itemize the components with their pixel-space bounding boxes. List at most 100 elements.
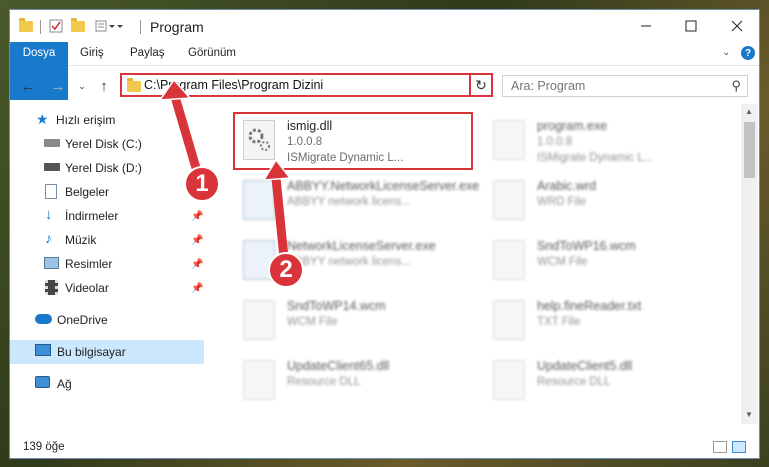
file-icon — [493, 240, 525, 280]
sidebar-item-bu-bilgisayar[interactable]: Bu bilgisayar — [10, 340, 204, 364]
help-icon[interactable]: ? — [741, 46, 755, 60]
file-name: SndToWP14.wcm — [287, 299, 386, 313]
music-icon: ♪ — [45, 230, 52, 246]
file-type: WRD File — [537, 196, 587, 208]
tiles-view-icon[interactable] — [732, 441, 746, 453]
sidebar-item-disk-c[interactable]: Yerel Disk (C:) — [10, 132, 204, 156]
file-type: WCM File — [537, 256, 588, 268]
pin-icon[interactable]: 📌 — [191, 211, 203, 222]
folder-icon — [127, 78, 141, 92]
sidebar-item-resimler[interactable]: Resimler 📌 — [10, 252, 204, 276]
search-icon: ⚲ — [731, 78, 741, 93]
file-description: ABBYY network licens... — [287, 196, 411, 208]
chevron-down-icon[interactable]: ⌄ — [722, 47, 730, 58]
download-icon: ↓ — [45, 206, 53, 223]
video-icon — [45, 280, 58, 295]
divider — [140, 20, 141, 34]
sidebar-item-label: Müzik — [65, 233, 97, 247]
new-folder-icon[interactable] — [70, 17, 86, 34]
address-path: C:\Program Files\Program Dizini — [144, 78, 324, 92]
sidebar-item-indirmeler[interactable]: ↓ İndirmeler 📌 — [10, 204, 204, 228]
exe-file-icon — [493, 120, 525, 160]
picture-icon — [44, 257, 59, 269]
folder-icon[interactable] — [18, 17, 34, 34]
scroll-down-icon[interactable]: ▼ — [745, 410, 753, 419]
tab-paylas[interactable]: Paylaş — [122, 42, 173, 65]
sidebar-item-muzik[interactable]: ♪ Müzik 📌 — [10, 228, 204, 252]
callout-1: 1 — [184, 166, 220, 202]
scroll-thumb[interactable] — [744, 122, 755, 178]
forward-icon[interactable]: → — [48, 76, 68, 96]
divider — [40, 20, 41, 34]
file-item[interactable]: program.exe 1.0.0.8 ISMigrate Dynamic L.… — [485, 114, 725, 172]
tab-giris[interactable]: Giriş — [72, 42, 112, 65]
details-view-icon[interactable] — [713, 441, 727, 453]
tab-gorunum[interactable]: Görünüm — [180, 42, 244, 65]
pin-icon[interactable]: 📌 — [191, 235, 203, 246]
sidebar-item-label: Resimler — [65, 257, 113, 271]
file-item[interactable]: ABBYY.NetworkLicenseServer.exe ABBYY net… — [235, 174, 479, 232]
close-icon[interactable] — [714, 10, 760, 42]
file-name: SndToWP16.wcm — [537, 239, 636, 253]
sidebar-item-label: Hızlı erişim — [56, 113, 116, 127]
sidebar-item-quick-access[interactable]: ★ Hızlı erişim — [10, 108, 204, 132]
dll-file-icon — [493, 360, 525, 400]
maximize-icon[interactable] — [668, 10, 714, 42]
properties-icon[interactable] — [48, 18, 64, 34]
file-item[interactable]: help.fineReader.txt TXT File — [485, 294, 725, 352]
file-item[interactable]: SndToWP14.wcm WCM File — [235, 294, 475, 352]
customize-toolbar-icon[interactable] — [94, 18, 124, 34]
recent-locations-icon[interactable]: ⌄ — [72, 76, 92, 96]
file-icon — [493, 180, 525, 220]
sidebar-item-label: Bu bilgisayar — [57, 345, 126, 359]
file-name: program.exe — [537, 119, 608, 133]
pin-icon[interactable]: 📌 — [191, 283, 203, 294]
back-icon[interactable]: ← — [18, 76, 38, 96]
sidebar-item-belgeler[interactable]: Belgeler — [10, 180, 204, 204]
address-bar[interactable]: C:\Program Files\Program Dizini ⌄ — [120, 73, 483, 97]
file-name: UpdateClient65.dll — [287, 359, 390, 373]
explorer-window: Program Dosya Giriş Paylaş Görünüm ⌄ ? ←… — [9, 9, 760, 459]
file-type: Resource DLL — [287, 376, 361, 388]
sidebar-item-onedrive[interactable]: OneDrive — [10, 308, 204, 332]
minimize-icon[interactable] — [623, 10, 669, 42]
highlight-box — [233, 112, 473, 170]
file-name: help.fineReader.txt — [537, 299, 642, 313]
up-icon[interactable]: ↑ — [94, 76, 114, 96]
scroll-up-icon[interactable]: ▲ — [745, 107, 753, 116]
file-type: WCM File — [287, 316, 338, 328]
search-box[interactable]: ⚲ — [502, 75, 748, 97]
star-icon: ★ — [36, 111, 49, 127]
file-item[interactable]: SndToWP16.wcm WCM File — [485, 234, 725, 292]
pin-icon[interactable]: 📌 — [191, 259, 203, 270]
file-version: 1.0.0.8 — [537, 136, 573, 148]
network-icon — [35, 376, 50, 388]
refresh-button[interactable]: ↻ — [469, 73, 493, 97]
sidebar-item-ag[interactable]: Ağ — [10, 372, 204, 396]
sidebar-item-label: Videolar — [65, 281, 109, 295]
search-input[interactable] — [511, 79, 711, 93]
vertical-scrollbar[interactable]: ▲ ▼ — [741, 104, 758, 424]
file-type: Resource DLL — [537, 376, 611, 388]
file-item[interactable]: UpdateClient65.dll Resource DLL — [235, 354, 475, 412]
sidebar-item-videolar[interactable]: Videolar 📌 — [10, 276, 204, 300]
file-type: TXT File — [537, 316, 581, 328]
file-item[interactable]: Arabic.wrd WRD File — [485, 174, 725, 232]
file-name: Arabic.wrd — [537, 179, 597, 193]
file-name: UpdateClient5.dll — [537, 359, 633, 373]
navigation-bar: ← → ⌄ ↑ C:\Program Files\Program Dizini … — [10, 72, 759, 100]
sidebar-item-label: OneDrive — [57, 313, 108, 327]
document-icon — [45, 184, 57, 199]
file-name: ABBYY.NetworkLicenseServer.exe — [287, 179, 480, 193]
cloud-icon — [35, 314, 52, 324]
exe-file-icon — [243, 180, 275, 220]
drive-icon — [44, 163, 60, 171]
item-count: 139 öğe — [23, 441, 65, 453]
sidebar-item-label: Yerel Disk (C:) — [65, 137, 142, 151]
sidebar-item-label: Belgeler — [65, 185, 110, 199]
file-item[interactable]: UpdateClient5.dll Resource DLL — [485, 354, 725, 412]
sidebar-item-label: İndirmeler — [65, 209, 119, 223]
sidebar-item-disk-d[interactable]: Yerel Disk (D:) — [10, 156, 204, 180]
window-title: Program — [150, 19, 204, 35]
file-icon — [243, 300, 275, 340]
